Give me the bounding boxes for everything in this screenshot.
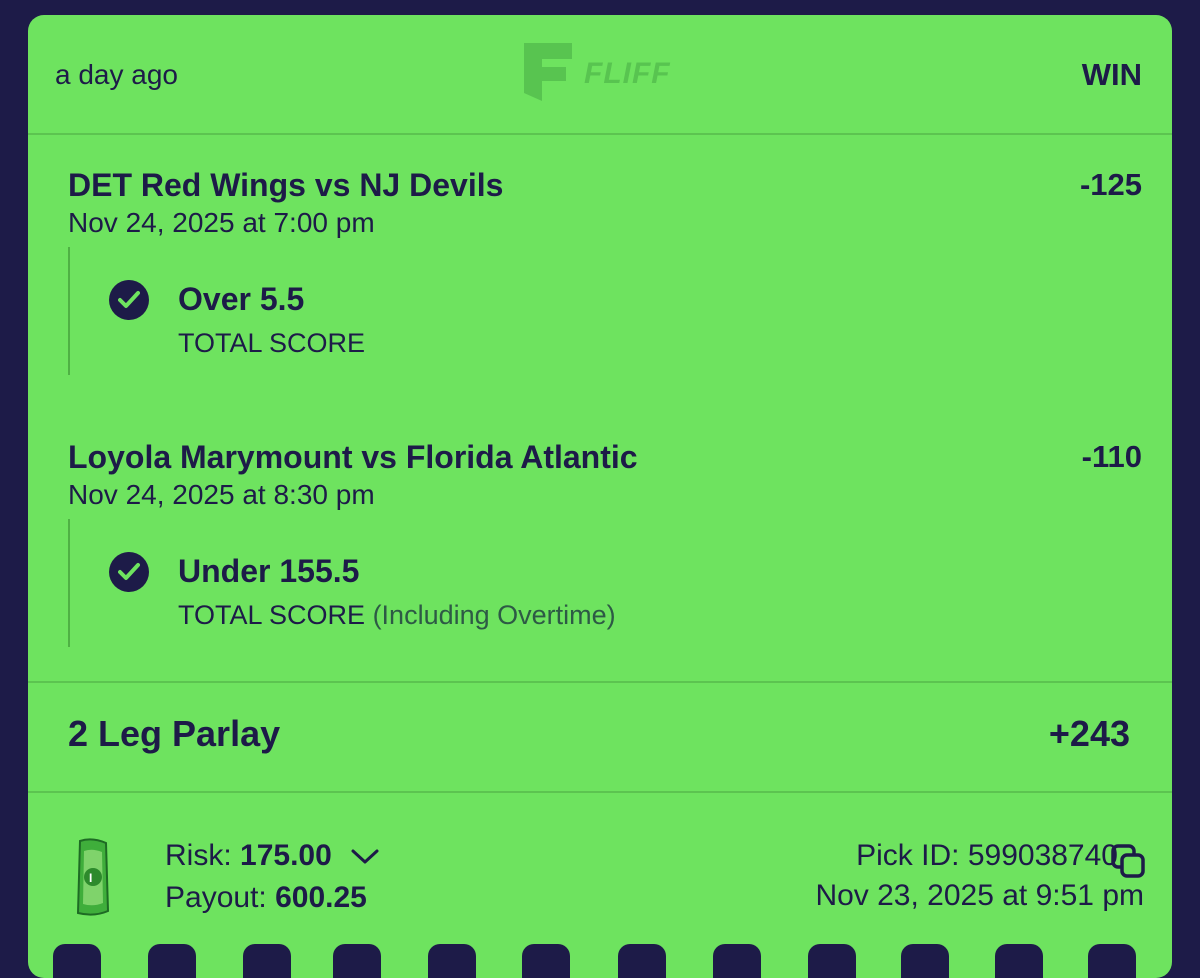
pick-id-value: 599038740 (967, 839, 1118, 872)
perforation (53, 944, 101, 978)
perforation (808, 944, 856, 978)
leg-2-market-note: (Including Overtime) (372, 600, 616, 630)
pick-id: Pick ID: 599038740 (856, 839, 1118, 873)
leg-1-date: Nov 24, 2025 at 7:00 pm (68, 207, 375, 238)
leg-2-market: TOTAL SCORE (Including Overtime) (178, 600, 616, 631)
leg-2-game: Loyola Marymount vs Florida Atlantic (68, 439, 638, 475)
leg-1-game: DET Red Wings vs NJ Devils (68, 167, 504, 203)
perforation (713, 944, 761, 978)
perforation (995, 944, 1043, 978)
perforation (522, 944, 570, 978)
leg-1-pick: Over 5.5 (178, 281, 305, 317)
leg-2-market-label: TOTAL SCORE (178, 600, 366, 630)
chevron-down-icon[interactable] (350, 848, 380, 866)
risk-label: Risk: (165, 839, 232, 872)
svg-text:I: I (89, 871, 92, 885)
payout-label: Payout: (165, 881, 267, 914)
leg-1-odds: -125 (1079, 167, 1142, 202)
parlay-divider (28, 791, 1172, 793)
leg-2-odds: -110 (1081, 439, 1142, 474)
perforation (148, 944, 196, 978)
perforation (333, 944, 381, 978)
pick-id-label: Pick ID: (856, 839, 960, 872)
placed-at: Nov 23, 2025 at 9:51 pm (815, 879, 1144, 912)
risk-value: 175.00 (240, 839, 332, 872)
risk-row[interactable]: Risk: 175.00 (165, 839, 380, 873)
parlay-odds: +243 (1048, 713, 1130, 754)
perforation (1088, 944, 1136, 978)
check-circle-icon (109, 552, 149, 592)
leg-1-market: TOTAL SCORE (178, 328, 365, 359)
perforation (243, 944, 291, 978)
copy-icon[interactable] (1110, 843, 1146, 884)
perforation (618, 944, 666, 978)
bet-status: WIN (1081, 57, 1142, 92)
leg-2-pick: Under 155.5 (178, 553, 360, 589)
fliff-logo: FLIFF (520, 39, 670, 114)
leg-1-connector (68, 247, 70, 375)
payout-row: Payout: 600.25 (165, 881, 367, 915)
leg-1-market-label: TOTAL SCORE (178, 328, 366, 358)
brand-name: FLIFF (584, 57, 671, 90)
legs-divider (28, 681, 1172, 683)
bet-ticket: a day ago FLIFF WIN DET Red Wings vs NJ … (28, 15, 1172, 978)
parlay-label: 2 Leg Parlay (68, 713, 281, 754)
header-divider (28, 133, 1172, 135)
perforation (428, 944, 476, 978)
leg-2-connector (68, 519, 70, 647)
time-ago: a day ago (55, 59, 178, 90)
fliff-logo-icon (524, 43, 572, 101)
perforation (901, 944, 949, 978)
cash-icon: I (72, 837, 112, 926)
payout-value: 600.25 (275, 881, 367, 914)
leg-2-date: Nov 24, 2025 at 8:30 pm (68, 479, 375, 510)
check-circle-icon (109, 280, 149, 320)
